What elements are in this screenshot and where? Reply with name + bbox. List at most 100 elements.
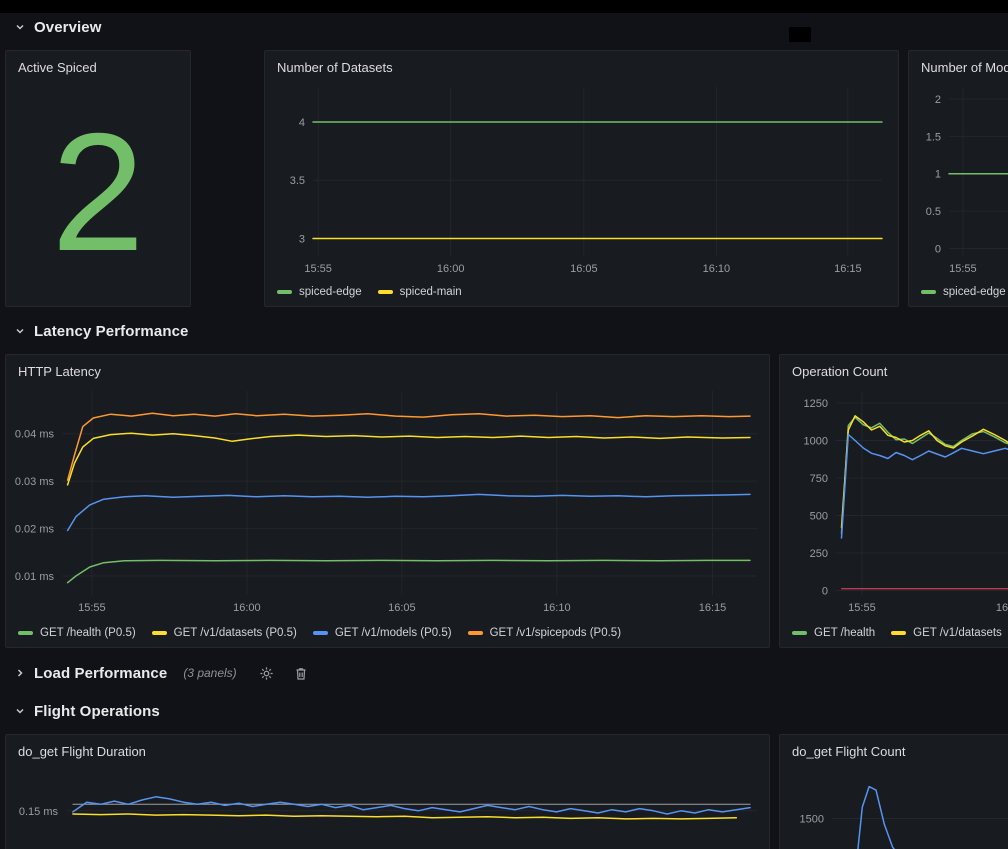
legend: spiced-edge: [909, 278, 1008, 306]
axis-tick-label: 16:10: [703, 263, 731, 275]
axis-tick-label: 0.01 ms: [15, 571, 55, 583]
black-rectangle-artifact: [789, 27, 811, 42]
series-line: [73, 814, 736, 819]
legend-item[interactable]: GET /health (P0.5): [18, 627, 136, 639]
axis-tick-label: 1.5: [926, 131, 941, 143]
axis-tick-label: 1000: [804, 436, 828, 448]
legend-item[interactable]: GET /v1/datasets (P0.5): [152, 627, 297, 639]
series-line: [838, 787, 1008, 849]
panel-title[interactable]: Number of Datasets: [265, 51, 898, 77]
axis-tick-label: 0.02 ms: [15, 524, 55, 536]
legend-label: spiced-edge: [299, 286, 362, 298]
axis-tick-label: 0: [935, 244, 941, 256]
section-header-latency-performance[interactable]: Latency Performance: [8, 319, 188, 343]
legend-label: GET /v1/models (P0.5): [335, 627, 452, 639]
flight-duration-chart[interactable]: 0.15 ms: [6, 761, 769, 849]
flight-count-chart[interactable]: 1500: [780, 761, 1008, 849]
legend-item[interactable]: GET /v1/datasets: [891, 627, 1002, 639]
panel-title[interactable]: HTTP Latency: [6, 355, 769, 381]
axis-tick-label: 16:00: [996, 602, 1008, 614]
http-latency-chart[interactable]: 0.04 ms0.03 ms0.02 ms0.01 ms15:5516:0016…: [6, 381, 769, 619]
chevron-down-icon: [14, 21, 26, 33]
legend-swatch: [921, 290, 936, 294]
operation-count-chart[interactable]: 12501000750500250015:5516:00: [780, 381, 1008, 619]
axis-tick-label: 4: [299, 117, 305, 129]
axis-tick-label: 250: [810, 548, 828, 560]
datasets-chart[interactable]: 43.5315:5516:0016:0516:1016:15: [265, 77, 898, 278]
trash-icon[interactable]: [294, 666, 308, 681]
panel-number-of-models: Number of Models 21.510.5015:55 spiced-e…: [908, 50, 1008, 307]
legend-swatch: [891, 631, 906, 635]
legend-label: spiced-edge: [943, 286, 1006, 298]
legend: GET /health (P0.5) GET /v1/datasets (P0.5…: [6, 619, 769, 647]
legend-label: GET /v1/spicepods (P0.5): [490, 627, 621, 639]
gear-icon[interactable]: [259, 666, 274, 681]
chevron-down-icon: [14, 325, 26, 337]
legend-swatch: [18, 631, 33, 635]
legend-swatch: [468, 631, 483, 635]
legend-swatch: [378, 290, 393, 294]
axis-tick-label: 15:55: [949, 263, 977, 275]
panel-number-of-datasets: Number of Datasets 43.5315:5516:0016:051…: [264, 50, 899, 307]
stat-value: 2: [51, 108, 144, 276]
axis-tick-label: 1500: [800, 813, 824, 825]
legend-item[interactable]: spiced-main: [378, 286, 462, 298]
panel-title[interactable]: do_get Flight Duration: [6, 735, 769, 761]
panel-operation-count: Operation Count 12501000750500250015:551…: [779, 354, 1008, 648]
section-title-overview: Overview: [34, 19, 102, 36]
section-header-overview[interactable]: Overview: [8, 15, 102, 39]
axis-tick-label: 0.15 ms: [19, 806, 59, 818]
chart-svg: 0.15 ms: [6, 761, 769, 849]
axis-tick-label: 750: [810, 473, 828, 485]
panel-title[interactable]: do_get Flight Count: [780, 735, 1008, 761]
legend-item[interactable]: GET /health: [792, 627, 875, 639]
panel-title[interactable]: Operation Count: [780, 355, 1008, 381]
legend-swatch: [313, 631, 328, 635]
axis-tick-label: 16:05: [388, 602, 416, 614]
series-line: [73, 797, 750, 814]
axis-tick-label: 500: [810, 511, 828, 523]
section-title-flight-operations: Flight Operations: [34, 703, 160, 720]
top-black-bar: [0, 0, 1008, 13]
chart-svg: 0.04 ms0.03 ms0.02 ms0.01 ms15:5516:0016…: [6, 381, 769, 619]
axis-tick-label: 16:10: [543, 602, 571, 614]
axis-tick-label: 2: [935, 94, 941, 106]
axis-tick-label: 0.5: [926, 206, 941, 218]
legend-item[interactable]: spiced-edge: [277, 286, 362, 298]
chart-svg: 43.5315:5516:0016:0516:1016:15: [265, 77, 898, 278]
legend-label: GET /v1/datasets (P0.5): [174, 627, 297, 639]
panel-do-get-flight-duration: do_get Flight Duration 0.15 ms: [5, 734, 770, 849]
series-line: [68, 494, 750, 530]
models-chart[interactable]: 21.510.5015:55: [909, 77, 1008, 278]
axis-tick-label: 16:15: [834, 263, 862, 275]
axis-tick-label: 15:55: [78, 602, 106, 614]
section-title-load-performance: Load Performance: [34, 665, 167, 682]
legend-item[interactable]: GET /v1/spicepods (P0.5): [468, 627, 621, 639]
panel-title[interactable]: Number of Models: [909, 51, 1008, 77]
axis-tick-label: 16:15: [699, 602, 727, 614]
series-line: [68, 413, 750, 480]
section-title-latency-performance: Latency Performance: [34, 323, 188, 340]
axis-tick-label: 16:00: [233, 602, 261, 614]
axis-tick-label: 16:05: [570, 263, 598, 275]
axis-tick-label: 16:00: [437, 263, 465, 275]
series-line: [842, 435, 1008, 539]
panel-http-latency: HTTP Latency 0.04 ms0.03 ms0.02 ms0.01 m…: [5, 354, 770, 648]
section-header-flight-operations[interactable]: Flight Operations: [8, 699, 160, 723]
legend-swatch: [792, 631, 807, 635]
legend-label: GET /v1/datasets: [913, 627, 1002, 639]
legend-swatch: [152, 631, 167, 635]
panel-title[interactable]: Active Spiced: [6, 51, 190, 77]
legend: GET /health GET /v1/datasets: [780, 619, 1008, 647]
legend-item[interactable]: spiced-edge: [921, 286, 1006, 298]
grafana-dashboard: Overview Active Spiced 2 Number of Datas…: [0, 0, 1008, 849]
chevron-down-icon: [14, 705, 26, 717]
section-header-load-performance[interactable]: Load Performance (3 panels): [8, 661, 308, 685]
legend-item[interactable]: GET /v1/models (P0.5): [313, 627, 452, 639]
legend-swatch: [277, 290, 292, 294]
axis-tick-label: 15:55: [848, 602, 876, 614]
series-line: [842, 416, 1008, 528]
chevron-right-icon: [14, 667, 26, 679]
chart-svg: 1500: [780, 761, 1008, 849]
axis-tick-label: 3.5: [290, 175, 305, 187]
